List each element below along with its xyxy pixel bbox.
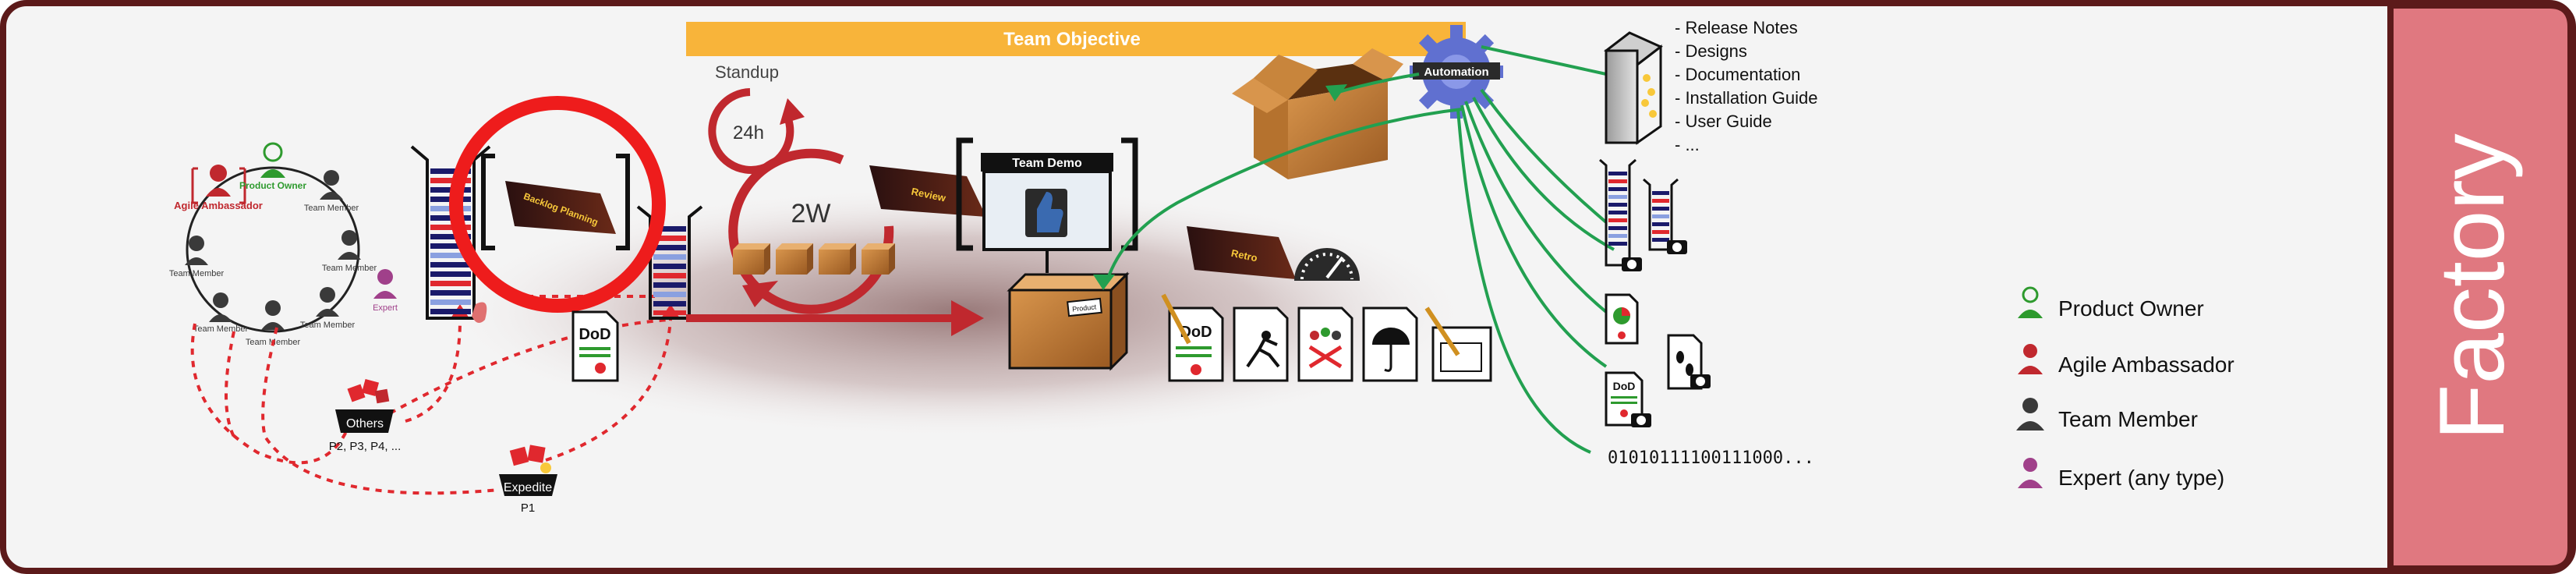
svg-text:Standup: Standup [715,62,779,82]
camera-icon [1667,240,1687,254]
svg-text:24h: 24h [733,122,764,144]
binary-output: 01010111100111000... [1608,448,1814,468]
svg-text:Team Demo: Team Demo [1012,157,1082,170]
svg-text:P1: P1 [521,501,535,515]
camera-icon [1622,257,1642,271]
svg-text:Expedite: Expedite [504,481,552,494]
svg-text:- Installation Guide: - Installation Guide [1675,88,1817,108]
factory-diagram: Factory Team Objective Agile Ambassador … [0,0,2576,574]
svg-text:Team Member: Team Member [2058,407,2198,431]
svg-text:DoD: DoD [579,326,610,343]
svg-text:- User Guide: - User Guide [1675,112,1772,131]
camera-icon [1690,374,1711,388]
svg-text:Team Member: Team Member [322,264,377,273]
svg-text:Others: Others [346,417,384,430]
svg-text:Expert: Expert [373,303,398,313]
dod-document: DoD [571,310,619,382]
dod-doc-icon: DoD [1161,293,1224,382]
svg-text:Team Member: Team Member [193,324,249,334]
svg-text:Expert (any type): Expert (any type) [2058,466,2224,490]
svg-text:Automation: Automation [1424,66,1488,79]
svg-text:Team Member: Team Member [169,269,225,278]
umbrella-doc-icon [1362,306,1418,382]
svg-text:Product Owner: Product Owner [239,180,306,191]
svg-text:DoD: DoD [1613,380,1636,392]
product-increment-box: Product [1007,271,1130,371]
team-objective-label: Team Objective [1003,29,1141,50]
report-document [1605,293,1639,345]
factory-label: Factory [2421,133,2524,440]
svg-text:P2, P3, P4, ...: P2, P3, P4, ... [329,440,402,453]
camera-icon [1631,413,1651,427]
svg-text:Team Member: Team Member [300,321,356,330]
team-doc-icon [1297,306,1353,382]
diagram-canvas: Factory Team Objective Agile Ambassador … [0,0,2576,574]
automation-gear-icon: Automation [1410,25,1503,119]
svg-text:Agile Ambassador: Agile Ambassador [174,200,263,211]
svg-text:Team Member: Team Member [304,204,359,213]
svg-text:- Release Notes: - Release Notes [1675,18,1798,37]
svg-text:- Documentation: - Documentation [1675,65,1800,84]
svg-text:2W: 2W [791,199,831,229]
svg-text:- ...: - ... [1675,135,1700,154]
documentation-book-icon [1604,31,1663,145]
runner-doc-icon [1233,306,1289,382]
svg-text:Agile Ambassador: Agile Ambassador [2058,353,2235,377]
svg-text:Product Owner: Product Owner [2058,296,2204,321]
svg-text:- Designs: - Designs [1675,41,1747,61]
